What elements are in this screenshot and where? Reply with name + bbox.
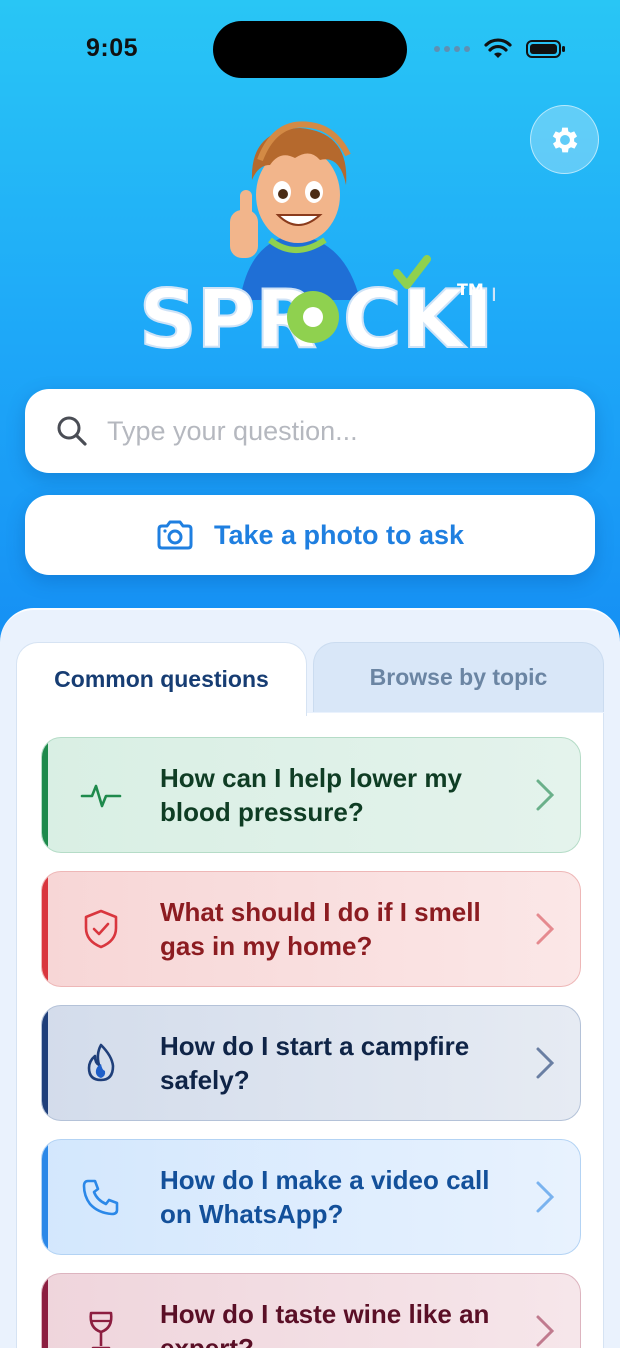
- chevron-right-icon: [536, 1315, 555, 1347]
- battery-icon: [526, 40, 565, 58]
- question-card[interactable]: How can I help lower my blood pressure?: [41, 737, 581, 853]
- heartbeat-icon: [80, 784, 122, 808]
- shield-check-icon: [84, 909, 118, 949]
- settings-button[interactable]: [530, 105, 599, 174]
- chevron-right-icon: [536, 1181, 555, 1213]
- cellular-signal-icon: [434, 46, 470, 52]
- chevron-right-icon: [536, 1047, 555, 1079]
- accent-bar: [42, 1274, 48, 1348]
- question-card[interactable]: How do I make a video call on WhatsApp?: [41, 1139, 581, 1255]
- chevron-right-icon: [536, 913, 555, 945]
- search-input[interactable]: [107, 415, 567, 447]
- question-text: How do I taste wine like an expert?: [160, 1299, 490, 1348]
- take-photo-label: Take a photo to ask: [213, 519, 465, 550]
- tab-browse-by-topic[interactable]: Browse by topic: [313, 642, 604, 712]
- question-text: How do I make a video call on WhatsApp?: [160, 1165, 490, 1229]
- question-text: What should I do if I smell gas in my ho…: [160, 897, 481, 961]
- status-bar: 9:05: [0, 0, 620, 90]
- take-photo-button[interactable]: Take a photo to ask: [25, 495, 595, 575]
- search-bar[interactable]: [25, 389, 595, 473]
- flame-icon: [87, 1043, 115, 1082]
- search-icon: [57, 416, 87, 446]
- accent-bar: [42, 1006, 48, 1120]
- accent-bar: [42, 1140, 48, 1254]
- trademark-mark: TM: [457, 280, 484, 299]
- question-text: How can I help lower my blood pressure?: [160, 763, 462, 827]
- question-card[interactable]: How do I taste wine like an expert?: [41, 1273, 581, 1348]
- gear-icon: [552, 127, 577, 152]
- status-icons: [434, 38, 566, 60]
- tab-common-questions[interactable]: Common questions: [16, 642, 307, 716]
- brand-logo: SPR CKIT TM: [138, 255, 495, 365]
- accent-bar: [42, 738, 48, 852]
- questions-panel: Browse by topic Common questions How can…: [0, 608, 620, 1348]
- question-text: How do I start a campfire safely?: [160, 1031, 470, 1095]
- phone-icon: [82, 1179, 119, 1216]
- common-questions-list: How can I help lower my blood pressure? …: [16, 713, 604, 1348]
- question-card[interactable]: What should I do if I smell gas in my ho…: [41, 871, 581, 987]
- chevron-right-icon: [536, 779, 555, 811]
- wine-glass-icon: [89, 1311, 113, 1348]
- camera-icon: [157, 520, 193, 550]
- status-time: 9:05: [86, 34, 139, 62]
- accent-bar: [42, 872, 48, 986]
- wifi-icon: [484, 38, 512, 58]
- dynamic-island: [213, 21, 407, 78]
- question-card[interactable]: How do I start a campfire safely?: [41, 1005, 581, 1121]
